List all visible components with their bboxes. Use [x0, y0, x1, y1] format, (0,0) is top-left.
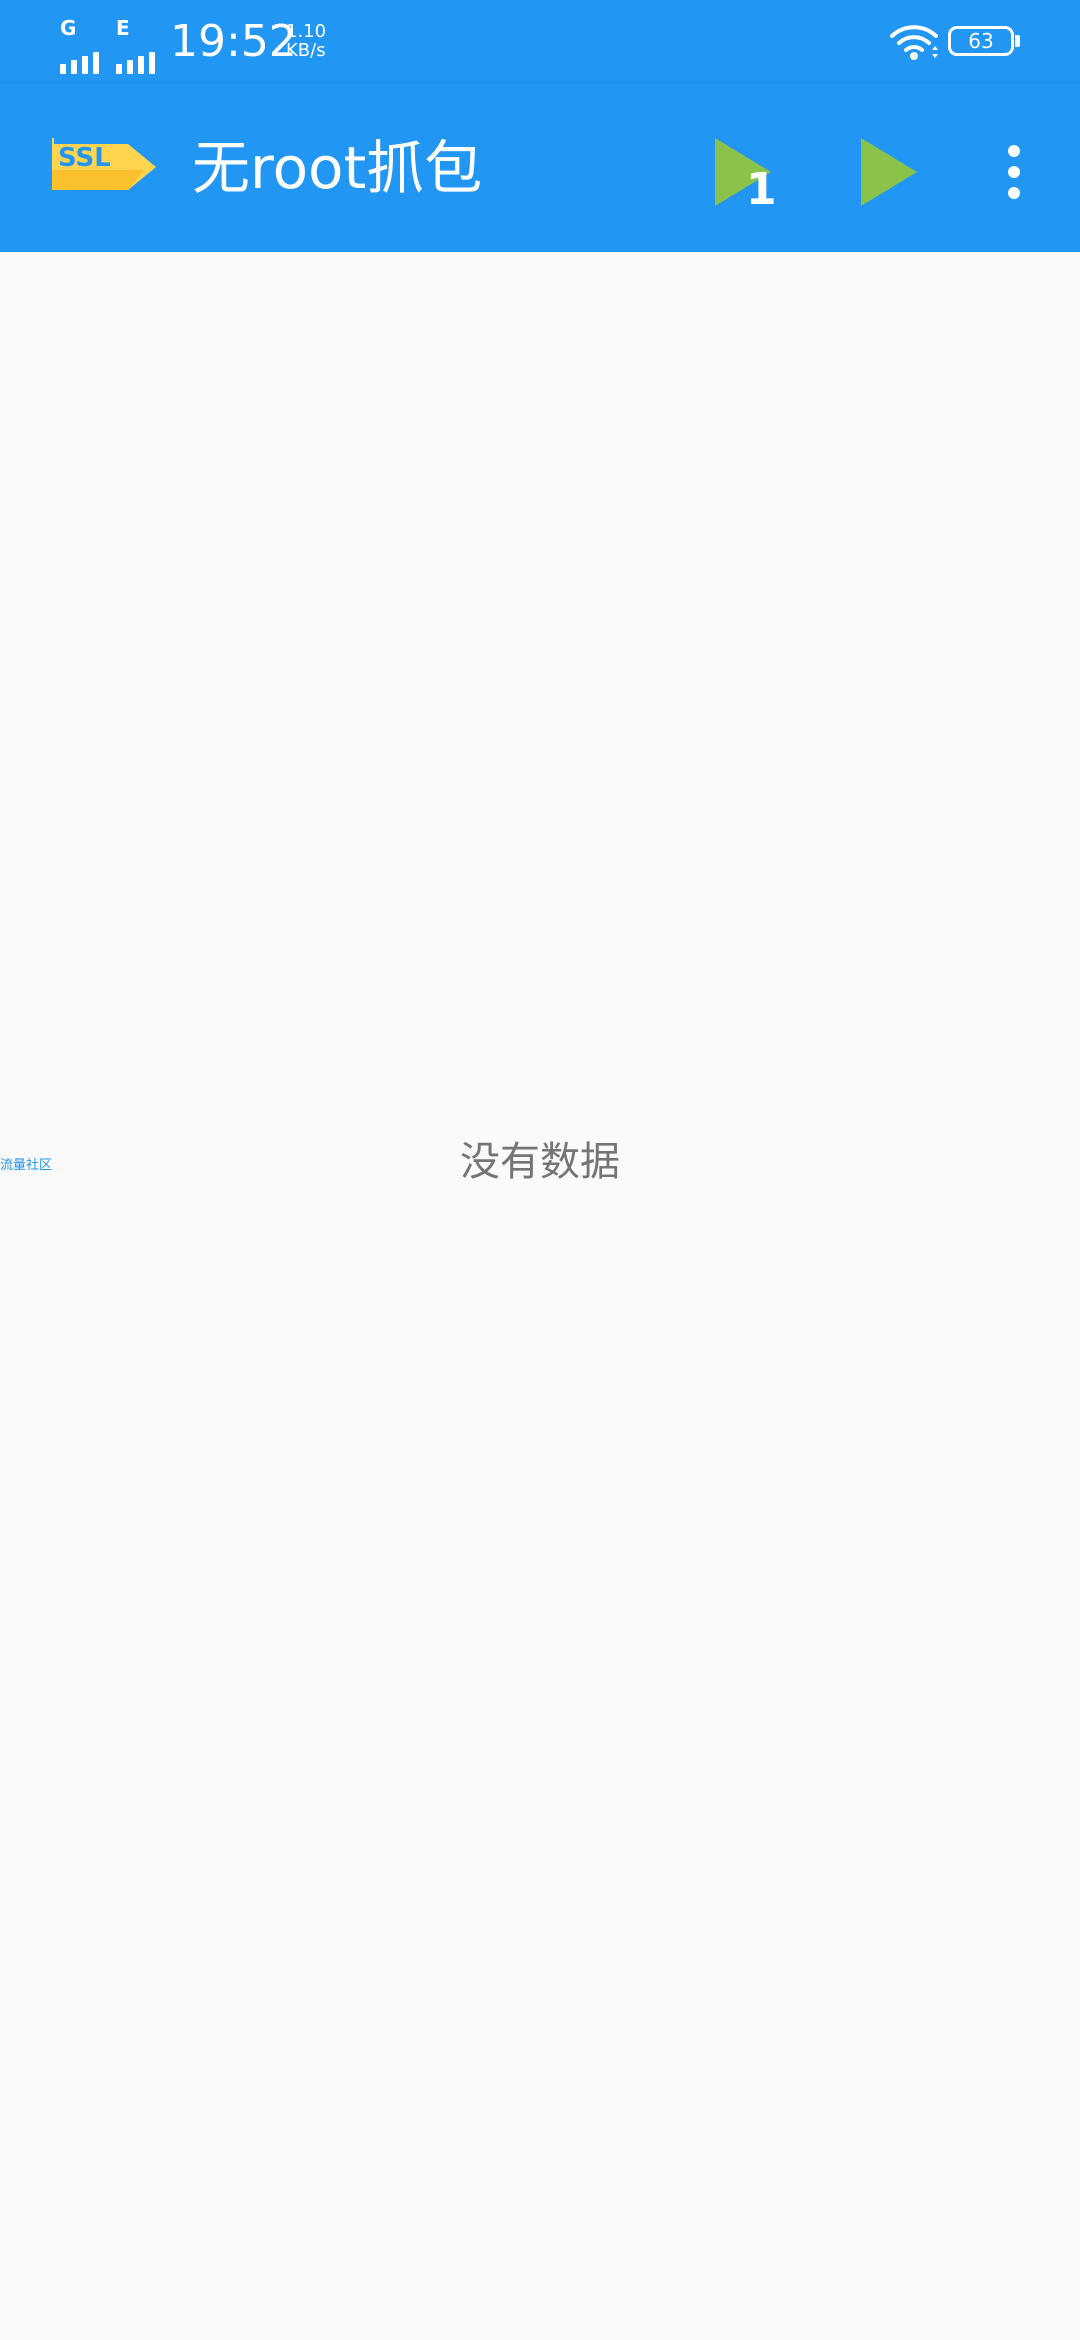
network-speed-unit: KB/s: [286, 40, 326, 61]
sim2-network-type: E: [116, 16, 130, 40]
screen: G E 19:52 1.10 KB/s 63 SSL 无root抓包 1 流量社…: [0, 0, 1080, 2340]
status-time: 19:52: [170, 16, 297, 67]
network-speed: 1.10 KB/s: [286, 22, 326, 60]
battery-level: 63: [968, 29, 994, 53]
battery-tip: [1015, 35, 1020, 47]
signal-icon: [60, 38, 99, 74]
content-area: 流量社区 没有数据: [0, 252, 1080, 2340]
empty-state-message: 没有数据: [460, 1139, 620, 1185]
more-vertical-icon: [1008, 145, 1020, 199]
app-bar: SSL 无root抓包 1: [0, 84, 1080, 252]
network-speed-value: 1.10: [286, 21, 327, 42]
battery-icon: 63: [948, 26, 1014, 56]
start-single-capture-button[interactable]: 1: [694, 124, 790, 220]
ssl-logo-icon: SSL: [52, 138, 156, 190]
app-title: 无root抓包: [192, 134, 483, 202]
sim1-network-type: G: [60, 16, 77, 40]
wifi-icon: [890, 25, 938, 60]
status-bar: G E 19:52 1.10 KB/s 63: [0, 0, 1080, 84]
more-options-button[interactable]: [966, 124, 1062, 220]
capture-count-badge: 1: [746, 164, 777, 215]
play-icon: [861, 138, 917, 206]
start-capture-button[interactable]: [840, 124, 936, 220]
signal-icon: [116, 38, 155, 74]
logo-text: SSL: [58, 143, 111, 173]
